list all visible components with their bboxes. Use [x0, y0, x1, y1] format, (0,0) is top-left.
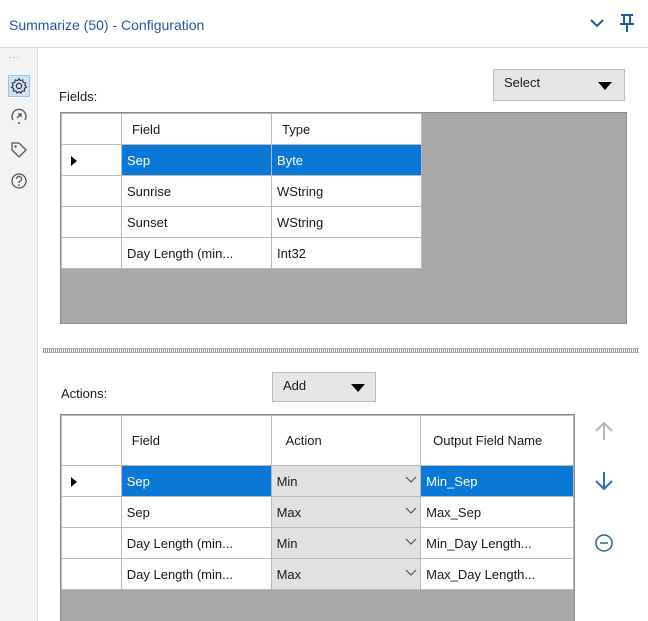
action-value: Min: [276, 535, 298, 551]
output-cell[interactable]: Min_Sep: [420, 465, 574, 497]
action-value: Max: [276, 504, 302, 520]
field-cell[interactable]: Sep: [120, 465, 272, 497]
row-pointer-icon: [71, 477, 77, 487]
table-row[interactable]: Day Length (min... Min Min_Day Length...: [61, 527, 574, 559]
table-row[interactable]: Sep Max Max_Sep: [61, 496, 574, 528]
dropdown-arrow-icon: [598, 82, 612, 90]
actions-header-row: Field Action Output Field Name: [61, 415, 574, 466]
window-title: Summarize (50) - Configuration: [9, 17, 205, 33]
arrow-down-icon: [595, 472, 613, 491]
output-cell[interactable]: Max_Sep: [420, 496, 574, 528]
navigate-icon[interactable]: [8, 106, 30, 128]
field-cell[interactable]: Sunset: [121, 206, 272, 238]
type-cell[interactable]: WString: [271, 206, 422, 238]
chevron-down-icon[interactable]: [405, 506, 417, 516]
row-header[interactable]: [61, 237, 122, 269]
output-cell[interactable]: Max_Day Length...: [420, 558, 574, 590]
title-bar: Summarize (50) - Configuration: [0, 0, 648, 48]
field-cell[interactable]: Day Length (min...: [120, 558, 272, 590]
move-up-button[interactable]: [591, 418, 617, 444]
field-cell[interactable]: Sunrise: [121, 175, 272, 207]
sidebar-dots: ...: [9, 50, 21, 61]
fields-col-field: Field: [121, 113, 272, 145]
action-select[interactable]: Min: [270, 465, 422, 497]
row-pointer-icon: [71, 156, 77, 166]
row-header[interactable]: [61, 144, 122, 176]
pin-icon[interactable]: [618, 13, 636, 33]
add-dropdown[interactable]: Add: [272, 372, 376, 402]
row-header[interactable]: [61, 558, 122, 590]
add-dropdown-label: Add: [283, 378, 307, 393]
chevron-down-icon[interactable]: [405, 475, 417, 485]
row-header[interactable]: [61, 527, 122, 559]
field-cell[interactable]: Sep: [120, 496, 272, 528]
actions-label: Actions:: [61, 386, 108, 401]
action-select[interactable]: Max: [270, 496, 422, 528]
actions-col-output: Output Field Name: [420, 415, 574, 466]
remove-button[interactable]: [591, 530, 617, 556]
action-select[interactable]: Min: [270, 527, 422, 559]
field-cell[interactable]: Sep: [121, 144, 272, 176]
select-dropdown[interactable]: Select: [493, 69, 625, 101]
tag-icon[interactable]: [8, 139, 30, 161]
action-value: Max: [276, 566, 302, 582]
actions-col-action: Action: [270, 415, 422, 466]
row-header[interactable]: [61, 465, 122, 497]
arrow-up-icon: [595, 421, 613, 440]
select-dropdown-label: Select: [504, 75, 541, 90]
fields-grid: Field Type Sep Byte Sunrise WString Suns…: [60, 112, 627, 324]
row-header[interactable]: [61, 496, 122, 528]
row-header[interactable]: [61, 175, 122, 207]
row-header-corner: [61, 113, 122, 145]
move-down-button[interactable]: [591, 468, 617, 494]
table-row[interactable]: Sunrise WString: [61, 175, 422, 207]
table-row[interactable]: Sep Byte: [61, 144, 422, 176]
table-row[interactable]: Day Length (min... Max Max_Day Length...: [61, 558, 574, 590]
action-value: Min: [276, 473, 298, 489]
table-row[interactable]: Sunset WString: [61, 206, 422, 238]
type-cell[interactable]: Int32: [271, 237, 422, 269]
field-cell[interactable]: Day Length (min...: [121, 237, 272, 269]
type-cell[interactable]: Byte: [271, 144, 422, 176]
help-icon[interactable]: [8, 170, 30, 192]
fields-header-row: Field Type: [61, 113, 422, 145]
table-row[interactable]: Sep Min Min_Sep: [61, 465, 574, 497]
chevron-down-icon[interactable]: [405, 537, 417, 547]
chevron-down-icon[interactable]: [588, 14, 606, 32]
sidebar: ...: [0, 48, 38, 621]
dropdown-arrow-icon: [351, 384, 365, 392]
minus-circle-icon: [595, 534, 613, 552]
gear-icon[interactable]: [8, 75, 30, 97]
row-header-corner: [61, 415, 122, 466]
chevron-down-icon[interactable]: [405, 568, 417, 578]
output-cell[interactable]: Min_Day Length...: [420, 527, 574, 559]
fields-col-type: Type: [271, 113, 422, 145]
action-select[interactable]: Max: [270, 558, 422, 590]
actions-grid: Field Action Output Field Name Sep Min M…: [60, 414, 575, 621]
field-cell[interactable]: Day Length (min...: [120, 527, 272, 559]
row-header[interactable]: [61, 206, 122, 238]
actions-col-field: Field: [120, 415, 272, 466]
section-splitter[interactable]: [43, 348, 639, 353]
type-cell[interactable]: WString: [271, 175, 422, 207]
table-row[interactable]: Day Length (min... Int32: [61, 237, 422, 269]
fields-label: Fields:: [59, 89, 98, 104]
